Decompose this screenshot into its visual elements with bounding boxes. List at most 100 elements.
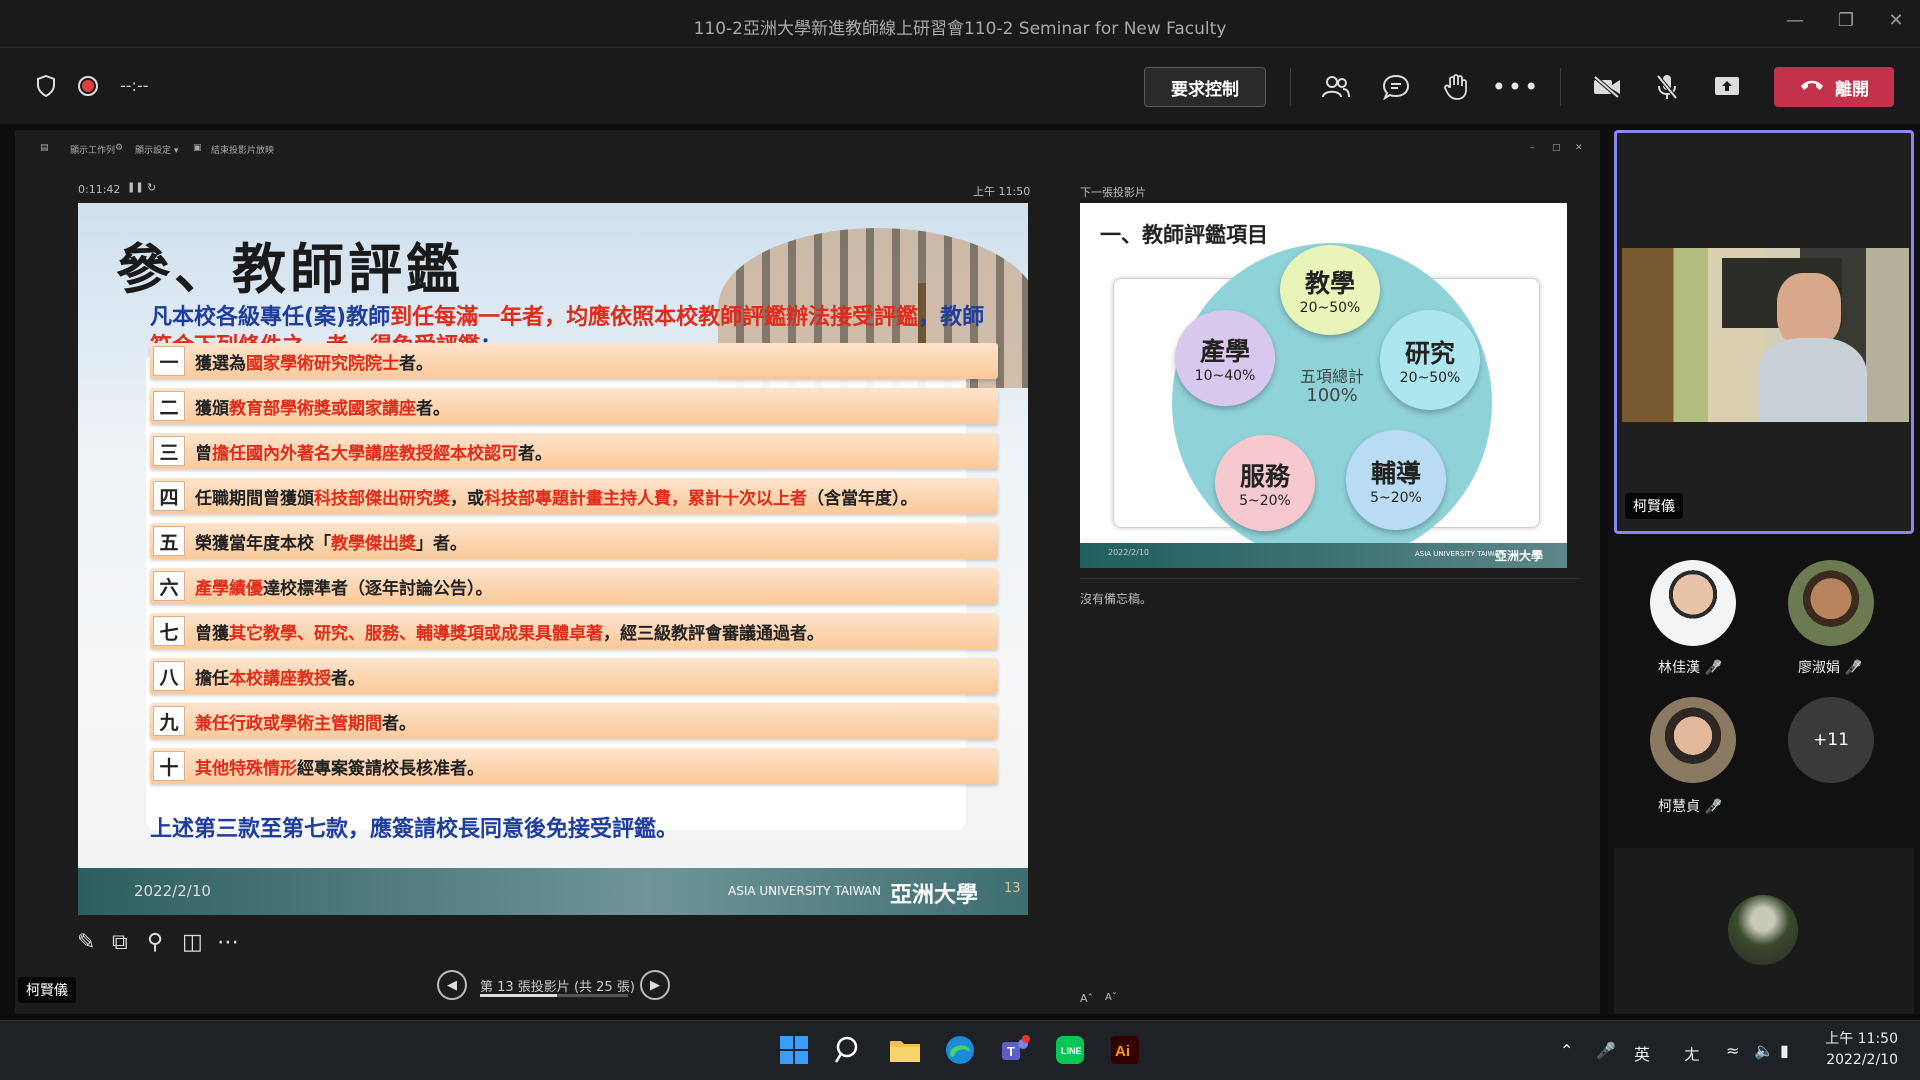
avatar <box>1728 895 1798 965</box>
restore-icon[interactable]: ❐ <box>1826 10 1866 38</box>
slide-footnote: 上述第三款至第七款，應簽請校長同意後免接受評鑑。 <box>150 817 679 842</box>
all-slides-icon[interactable]: ⧉ <box>112 930 128 955</box>
menu-end-slideshow[interactable]: 結束投影片放映 <box>211 143 274 156</box>
raise-hand-icon[interactable] <box>1440 72 1472 102</box>
close-icon[interactable]: ✕ <box>1876 10 1916 38</box>
decrease-font-icon[interactable]: Aˇ <box>1105 992 1117 1003</box>
condition-row: 九兼任行政或學術主管期間者。 <box>150 703 998 739</box>
more-options-icon[interactable]: ••• <box>1492 72 1538 102</box>
university-english: ASIA UNIVERSITY TAIWAN <box>728 884 881 898</box>
more-slide-options-icon[interactable]: ⋯ <box>217 930 239 955</box>
avatar[interactable] <box>1650 697 1736 783</box>
minimize-icon[interactable]: — <box>1775 10 1815 38</box>
more-participants-button[interactable]: +11 <box>1788 697 1874 783</box>
condition-row: 七曾獲其它教學、研究、服務、輔導獎項或成果具體卓著，經三級教評會審議通過者。 <box>150 613 998 649</box>
edge-browser-icon[interactable] <box>941 1031 979 1069</box>
shield-icon[interactable] <box>34 74 58 98</box>
current-slide[interactable]: 參、教師評鑑 凡本校各級專任(案)教師到任每滿一年者，均應依照本校教師評鑑辦法接… <box>78 203 1028 915</box>
pv-minimize-icon[interactable]: – <box>1530 143 1535 153</box>
next-slide-title: 一、教師評鑑項目 <box>1100 223 1268 247</box>
avatar[interactable] <box>1788 560 1874 646</box>
end-show-icon[interactable]: ▣ <box>193 143 202 153</box>
condition-number: 十 <box>153 751 185 781</box>
microphone-icon[interactable]: 🎤 <box>1596 1041 1616 1060</box>
line-app-icon[interactable]: LINE <box>1051 1031 1089 1069</box>
person-face-image <box>1777 273 1841 347</box>
pv-close-icon[interactable]: ✕ <box>1575 143 1583 153</box>
windows-taskbar: T LINE Ai ⌃ 🎤 英 ㄤ ≈ 🔈 ▮ 上午 11:50 2022/2/… <box>0 1020 1920 1080</box>
clock-date: 2022/2/10 <box>1826 1052 1898 1068</box>
bubble-research: 研究 20~50% <box>1380 310 1480 410</box>
zoom-icon[interactable]: ⚲ <box>147 930 163 955</box>
search-icon[interactable] <box>830 1031 868 1069</box>
presenter-view: ▤ 顯示工作列 ⚙ 顯示設定 ▾ ▣ 結束投影片放映 – □ ✕ 0:11:42… <box>15 130 1600 1014</box>
svg-text:T: T <box>1007 1044 1015 1059</box>
condition-row: 四任職期間曾獲頒科技部傑出研究獎，或科技部專題計畫主持人費，累計十次以上者（含當… <box>150 478 998 514</box>
condition-row: 二獲頒教育部學術獎或國家講座者。 <box>150 388 998 424</box>
chat-icon[interactable] <box>1380 72 1412 102</box>
recording-icon <box>76 74 100 98</box>
bubble-teaching: 教學 20~50% <box>1280 245 1380 335</box>
participant-tile[interactable] <box>1614 848 1914 1014</box>
mic-muted-icon[interactable] <box>1650 72 1684 102</box>
taskbar-toggle-icon[interactable]: ▤ <box>40 143 49 153</box>
presenter-camera-video <box>1622 248 1909 422</box>
people-icon[interactable] <box>1320 72 1352 102</box>
elapsed-timer: 0:11:42 <box>78 183 121 196</box>
menu-display-settings[interactable]: 顯示設定 ▾ <box>135 143 178 156</box>
leave-button[interactable]: 離開 <box>1774 67 1894 107</box>
request-control-button[interactable]: 要求控制 <box>1144 67 1266 107</box>
menu-show-taskbar[interactable]: 顯示工作列 <box>70 143 115 156</box>
svg-text:Ai: Ai <box>1115 1043 1130 1060</box>
pen-tool-icon[interactable]: ✎ <box>77 930 95 955</box>
person-shirt-image <box>1757 338 1867 422</box>
wifi-icon[interactable]: ≈ <box>1726 1041 1739 1060</box>
total-value: 100% <box>1306 385 1358 406</box>
increase-font-icon[interactable]: Aˆ <box>1080 992 1093 1005</box>
condition-row: 十其他特殊情形經專案簽請校長核准者。 <box>150 748 998 784</box>
presenter-video-tile[interactable]: 柯賢儀 <box>1614 130 1914 534</box>
condition-number: 二 <box>153 391 185 421</box>
condition-text: 榮獲當年度本校「教學傑出獎」者。 <box>195 533 467 554</box>
illustrator-icon[interactable]: Ai <box>1106 1031 1144 1069</box>
next-slide-preview[interactable]: 一、教師評鑑項目 五項總計 100% 教學 20~50% 研究 20~50% 輔導 5… <box>1080 203 1567 568</box>
ime-mode-icon[interactable]: ㄤ <box>1684 1041 1700 1065</box>
condition-row: 六產學績優達校標準者（逐年討論公告）。 <box>150 568 998 604</box>
pause-icon[interactable]: ❚❚ <box>127 182 144 193</box>
next-slide-icon[interactable]: ▶ <box>640 970 670 1000</box>
meeting-timer: --:-- <box>120 76 149 95</box>
notes-divider <box>1080 578 1580 579</box>
meeting-toolbar: --:-- 要求控制 ••• 離開 <box>0 48 1920 124</box>
system-clock[interactable]: 上午 11:50 2022/2/10 <box>1818 1029 1898 1071</box>
next-slide-label: 下一張投影片 <box>1080 186 1146 199</box>
camera-off-icon[interactable] <box>1590 72 1624 102</box>
ime-language-indicator[interactable]: 英 <box>1634 1041 1650 1065</box>
participant-name: 廖淑娟 🎤̸ <box>1798 660 1862 676</box>
pv-restore-icon[interactable]: □ <box>1552 143 1561 153</box>
display-settings-icon[interactable]: ⚙ <box>115 143 123 153</box>
avatar[interactable] <box>1650 560 1736 646</box>
volume-icon[interactable]: 🔈 <box>1754 1041 1774 1060</box>
slide-page-number: 13 <box>1004 881 1021 896</box>
condition-number: 八 <box>153 661 185 691</box>
battery-icon[interactable]: ▮ <box>1780 1041 1789 1060</box>
previous-slide-icon[interactable]: ◀ <box>437 970 467 1000</box>
next-slide-footer: 2022/2/10 ASIA UNIVERSITY TAIWAN 亞洲大學 <box>1080 543 1567 568</box>
file-explorer-icon[interactable] <box>886 1031 924 1069</box>
slide-title: 參、教師評鑑 <box>116 238 464 301</box>
next-univ-english: ASIA UNIVERSITY TAIWAN <box>1415 550 1505 558</box>
show-hidden-icons[interactable]: ⌃ <box>1560 1041 1573 1060</box>
speaker-notes[interactable]: 沒有備忘稿。 <box>1080 590 1152 607</box>
teams-icon[interactable]: T <box>996 1031 1034 1069</box>
condition-row: 八擔任本校講座教授者。 <box>150 658 998 694</box>
condition-row: 五榮獲當年度本校「教學傑出獎」者。 <box>150 523 998 559</box>
muted-mic-icon: 🎤̸ <box>1844 660 1862 676</box>
black-screen-icon[interactable]: ◫ <box>182 930 203 955</box>
condition-text: 曾獲其它教學、研究、服務、輔導獎項或成果具體卓著，經三級教評會審議通過者。 <box>195 623 824 644</box>
slide-footer: 2022/2/10 ASIA UNIVERSITY TAIWAN 亞洲大學 13 <box>78 868 1028 915</box>
condition-number: 九 <box>153 706 185 736</box>
share-screen-icon[interactable] <box>1710 72 1744 102</box>
windows-start-icon[interactable] <box>775 1031 813 1069</box>
slide-counter: 第 13 張投影片 (共 25 張) <box>480 980 635 995</box>
reset-timer-icon[interactable]: ↻ <box>147 181 156 194</box>
